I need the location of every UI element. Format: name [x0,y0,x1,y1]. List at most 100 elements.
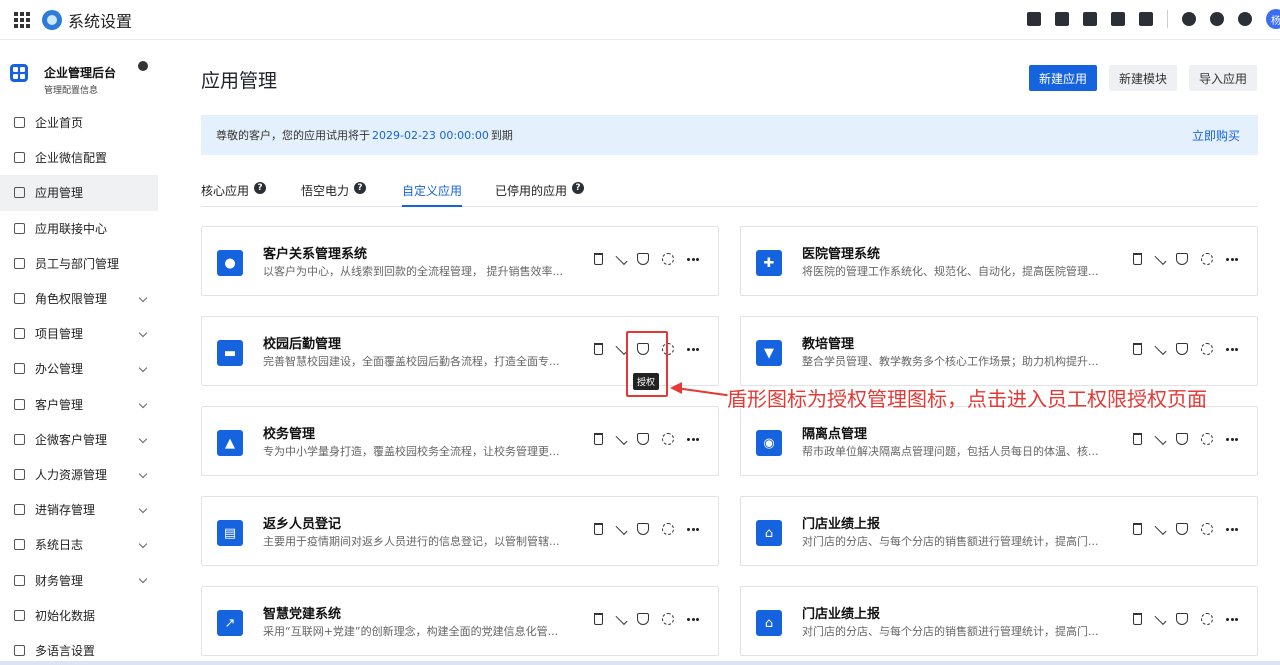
trash-icon[interactable] [594,253,603,265]
app-card[interactable]: ↗ 智慧党建系统 采用“互联网+党建”的创新理念，构建全面的党建信息化管... [201,586,719,656]
more-icon[interactable] [1226,253,1238,265]
sidebar-item[interactable]: 企业微信配置 [0,140,160,175]
sidebar-item[interactable]: 员工与部门管理 [0,246,160,281]
calendar-icon[interactable] [1139,12,1153,26]
app-card[interactable]: ⌂ 门店业绩上报 对门店的分店、与每个分店的销售额进行管理统计，提高门... [740,496,1258,566]
edit-icon[interactable] [615,522,628,536]
edit-icon[interactable] [1154,252,1167,266]
chevron-down-icon[interactable] [138,364,148,373]
chevron-down-icon[interactable] [138,399,148,408]
more-icon[interactable] [1226,523,1238,535]
avatar[interactable]: 杨 [1266,9,1280,29]
sidebar-item[interactable]: 客户管理 [0,387,160,422]
shield-icon[interactable] [637,523,649,535]
edit-icon[interactable] [615,432,628,446]
shield-icon[interactable] [637,433,649,445]
app-card[interactable]: ▼ 教培管理 整合学员管理、教学教务多个核心工作场景；助力机构提升... [740,316,1258,386]
trash-icon[interactable] [594,433,603,445]
edit-icon[interactable] [1154,342,1167,356]
trash-icon[interactable] [594,523,603,535]
gear-icon[interactable] [662,253,674,265]
gear-icon[interactable] [662,433,674,445]
sidebar-item[interactable]: 企业首页 [0,105,160,140]
trash-icon[interactable] [1133,343,1142,355]
gear-icon[interactable] [1201,253,1213,265]
chevron-down-icon[interactable] [138,434,148,443]
app-grid-icon[interactable] [14,11,30,28]
shield-icon[interactable] [1176,343,1188,355]
chevron-down-icon[interactable] [138,540,148,549]
gear-icon[interactable] [662,523,674,535]
more-icon[interactable] [687,613,699,625]
edit-icon[interactable] [1154,612,1167,626]
shield-icon[interactable] [637,253,649,265]
sidebar-item[interactable]: 角色权限管理 [0,281,160,316]
edit-icon[interactable] [1154,432,1167,446]
help-icon[interactable]: ? [354,182,367,194]
add-circle-icon[interactable] [138,61,148,71]
chevron-down-icon[interactable] [138,504,148,514]
tab[interactable]: 核心应用? [201,182,267,206]
gear-icon[interactable] [1201,613,1213,625]
shield-icon[interactable] [1176,613,1188,625]
import-app-button[interactable]: 导入应用 [1189,65,1258,91]
more-icon[interactable] [687,253,699,265]
sidebar-item[interactable]: 财务管理 [0,562,160,597]
gear-icon[interactable] [1201,433,1213,445]
sidebar-item[interactable]: 项目管理 [0,316,160,351]
more-icon[interactable] [687,523,699,535]
more-icon[interactable] [687,343,699,355]
help-icon[interactable]: ? [572,182,585,194]
chevron-down-icon[interactable] [138,575,148,584]
chevron-down-icon[interactable] [138,469,148,479]
sidebar-item[interactable]: 进销存管理 [0,492,160,527]
more-icon[interactable] [687,433,699,445]
tab[interactable]: 自定义应用 [402,182,463,207]
trash-icon[interactable] [1133,253,1142,265]
tab[interactable]: 悟空电力? [301,182,367,206]
chevron-down-icon[interactable] [138,293,148,303]
settings-icon[interactable] [1238,12,1252,26]
edit-icon[interactable] [1154,522,1167,536]
sidebar-item[interactable]: 办公管理 [0,351,160,386]
app-card[interactable]: ▲ 校务管理 专为中小学量身打造，覆盖校园校务全流程，让校务管理更... [201,406,719,476]
more-icon[interactable] [1226,613,1238,625]
document-icon[interactable] [1083,12,1097,26]
app-card[interactable]: ◉ 隔离点管理 帮市政单位解决隔离点管理问题，包括人员每日的体温、核... [740,406,1258,476]
shield-icon[interactable] [1176,253,1188,265]
gear-icon[interactable] [1201,523,1213,535]
bell-icon[interactable] [1182,12,1196,26]
person-icon[interactable] [1055,12,1069,26]
brand[interactable]: 企业管理后台 管理配置信息 [10,64,116,96]
edit-icon[interactable] [615,252,628,266]
app-card[interactable]: ✚ 医院管理系统 将医院的管理工作系统化、规范化、自动化，提高医院管理... [740,226,1258,296]
chevron-down-icon[interactable] [138,328,148,338]
buy-now-link[interactable]: 立即购买 [1192,127,1240,144]
trash-icon[interactable] [594,343,603,355]
app-card[interactable]: ● 客户关系管理系统 以客户为中心，从线索到回款的全流程管理， 提升销售效率... [201,226,719,296]
sidebar-item[interactable]: 初始化数据 [0,598,160,633]
tab[interactable]: 已停用的应用? [495,182,585,206]
trash-icon[interactable] [1133,613,1142,625]
trash-icon[interactable] [1133,433,1142,445]
phone-icon[interactable] [1111,12,1125,26]
help-icon[interactable] [1210,12,1224,26]
sidebar-item[interactable]: 应用管理 [0,175,158,211]
bottom-scrollbar[interactable] [0,661,1280,665]
trash-icon[interactable] [1133,523,1142,535]
more-icon[interactable] [1226,433,1238,445]
gear-icon[interactable] [662,613,674,625]
trash-icon[interactable] [594,613,603,625]
sidebar-item[interactable]: 系统日志 [0,527,160,562]
check-icon[interactable] [1027,12,1041,26]
sidebar-item[interactable]: 人力资源管理 [0,457,160,492]
sidebar-item[interactable]: 企微客户管理 [0,422,160,457]
new-module-button[interactable]: 新建模块 [1109,65,1178,91]
more-icon[interactable] [1226,343,1238,355]
app-card[interactable]: ▤ 返乡人员登记 主要用于疫情期间对返乡人员进行的信息登记，以管制管辖... [201,496,719,566]
edit-icon[interactable] [615,612,628,626]
shield-icon[interactable] [1176,433,1188,445]
sidebar-item[interactable]: 应用联接中心 [0,211,160,246]
gear-icon[interactable] [1201,343,1213,355]
shield-icon[interactable] [1176,523,1188,535]
